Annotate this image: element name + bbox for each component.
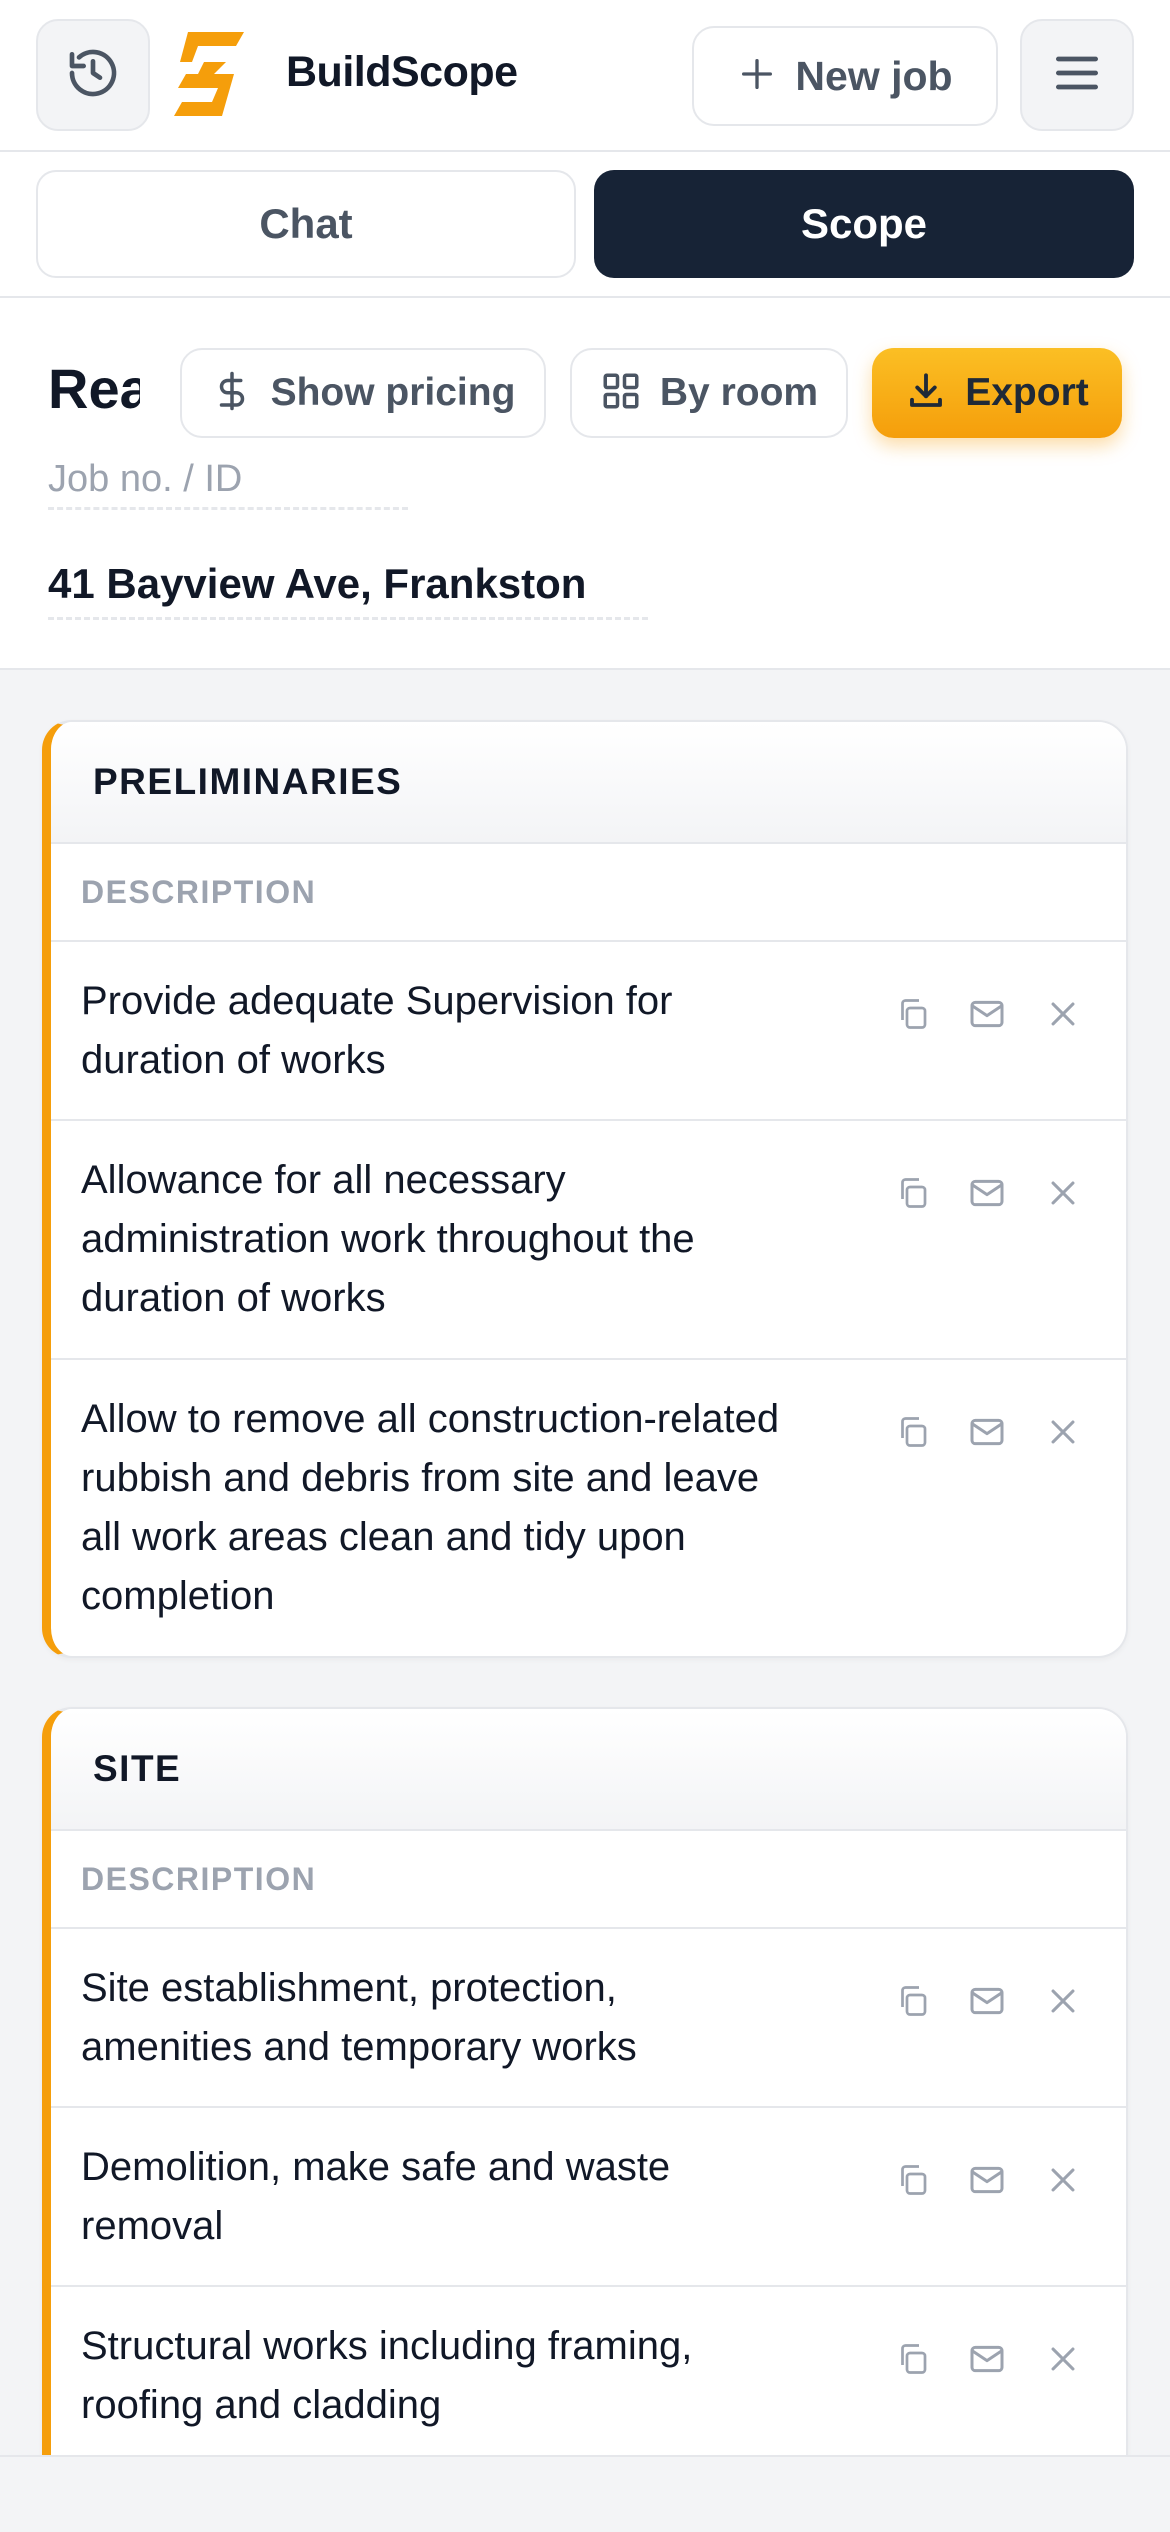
copy-icon[interactable]: [891, 1979, 935, 2023]
history-button[interactable]: [36, 19, 150, 131]
new-job-button[interactable]: New job: [692, 26, 998, 126]
job-info-panel: Rea Show pricing By room Export Job no. …: [0, 298, 1170, 670]
close-icon[interactable]: [1041, 1171, 1085, 1215]
mail-icon[interactable]: [965, 1979, 1009, 2023]
section-site: SITE DESCRIPTION Site establishment, pro…: [42, 1707, 1128, 2532]
view-tabs: Chat Scope: [0, 152, 1170, 298]
app-header: BuildScope New job: [0, 0, 1170, 152]
row-description[interactable]: Allow to remove all construction-related…: [81, 1390, 781, 1626]
mail-icon[interactable]: [965, 1171, 1009, 1215]
row-actions: [891, 1410, 1091, 1454]
job-number-field[interactable]: Job no. / ID: [48, 458, 408, 510]
menu-button[interactable]: [1020, 19, 1134, 131]
column-header: DESCRIPTION: [51, 1831, 1126, 1929]
new-job-label: New job: [795, 52, 953, 99]
copy-icon[interactable]: [891, 1410, 935, 1454]
copy-icon[interactable]: [891, 2158, 935, 2202]
table-row: Allow to remove all construction-related…: [51, 1360, 1126, 1656]
tab-scope[interactable]: Scope: [594, 170, 1134, 278]
job-title[interactable]: Rea: [48, 356, 140, 421]
close-icon[interactable]: [1041, 1979, 1085, 2023]
copy-icon[interactable]: [891, 992, 935, 1036]
history-icon: [65, 45, 121, 106]
row-actions: [891, 2337, 1091, 2381]
mail-icon[interactable]: [965, 1410, 1009, 1454]
copy-icon[interactable]: [891, 2337, 935, 2381]
export-label: Export: [965, 371, 1089, 414]
column-header-description: DESCRIPTION: [81, 873, 317, 910]
table-row: Site establishment, protection, amenitie…: [51, 1929, 1126, 2108]
show-pricing-button[interactable]: Show pricing: [180, 348, 546, 438]
section-title: SITE: [93, 1748, 182, 1789]
table-row: Allowance for all necessary administrati…: [51, 1121, 1126, 1360]
table-row: Demolition, make safe and waste removal: [51, 2108, 1126, 2287]
table-row: Provide adequate Supervision for duratio…: [51, 942, 1126, 1121]
section-title: PRELIMINARIES: [93, 761, 403, 802]
plus-icon: [737, 54, 777, 99]
mail-icon[interactable]: [965, 2158, 1009, 2202]
by-room-button[interactable]: By room: [570, 348, 848, 438]
job-address-field[interactable]: 41 Bayview Ave, Frankston: [48, 560, 648, 620]
row-actions: [891, 2158, 1091, 2202]
close-icon[interactable]: [1041, 2337, 1085, 2381]
column-header-description: DESCRIPTION: [81, 1860, 317, 1897]
close-icon[interactable]: [1041, 1410, 1085, 1454]
row-description[interactable]: Provide adequate Supervision for duratio…: [81, 972, 781, 1090]
by-room-label: By room: [659, 371, 819, 414]
mail-icon[interactable]: [965, 2337, 1009, 2381]
column-header: DESCRIPTION: [51, 844, 1126, 942]
tab-chat[interactable]: Chat: [36, 170, 576, 278]
row-description[interactable]: Structural works including framing, roof…: [81, 2317, 781, 2435]
row-description[interactable]: Allowance for all necessary administrati…: [81, 1151, 781, 1328]
table-row: Structural works including framing, roof…: [51, 2287, 1126, 2466]
row-actions: [891, 1171, 1091, 1215]
download-icon: [905, 370, 947, 417]
brand-name: BuildScope: [286, 48, 518, 96]
close-icon[interactable]: [1041, 2158, 1085, 2202]
row-actions: [891, 1979, 1091, 2023]
section-header[interactable]: SITE: [51, 1709, 1126, 1831]
row-actions: [891, 992, 1091, 1036]
buildscope-logo: [174, 32, 254, 116]
grid-icon: [600, 370, 642, 417]
copy-icon[interactable]: [891, 1171, 935, 1215]
section-header[interactable]: PRELIMINARIES: [51, 722, 1126, 844]
section-preliminaries: PRELIMINARIES DESCRIPTION Provide adequa…: [42, 720, 1128, 1658]
bottom-bar: [0, 2455, 1170, 2532]
row-description[interactable]: Site establishment, protection, amenitie…: [81, 1959, 781, 2077]
close-icon[interactable]: [1041, 992, 1085, 1036]
mail-icon[interactable]: [965, 992, 1009, 1036]
hamburger-menu-icon: [1049, 45, 1105, 106]
export-button[interactable]: Export: [872, 348, 1122, 438]
row-description[interactable]: Demolition, make safe and waste removal: [81, 2138, 781, 2256]
show-pricing-label: Show pricing: [270, 371, 516, 414]
dollar-icon: [211, 370, 253, 417]
